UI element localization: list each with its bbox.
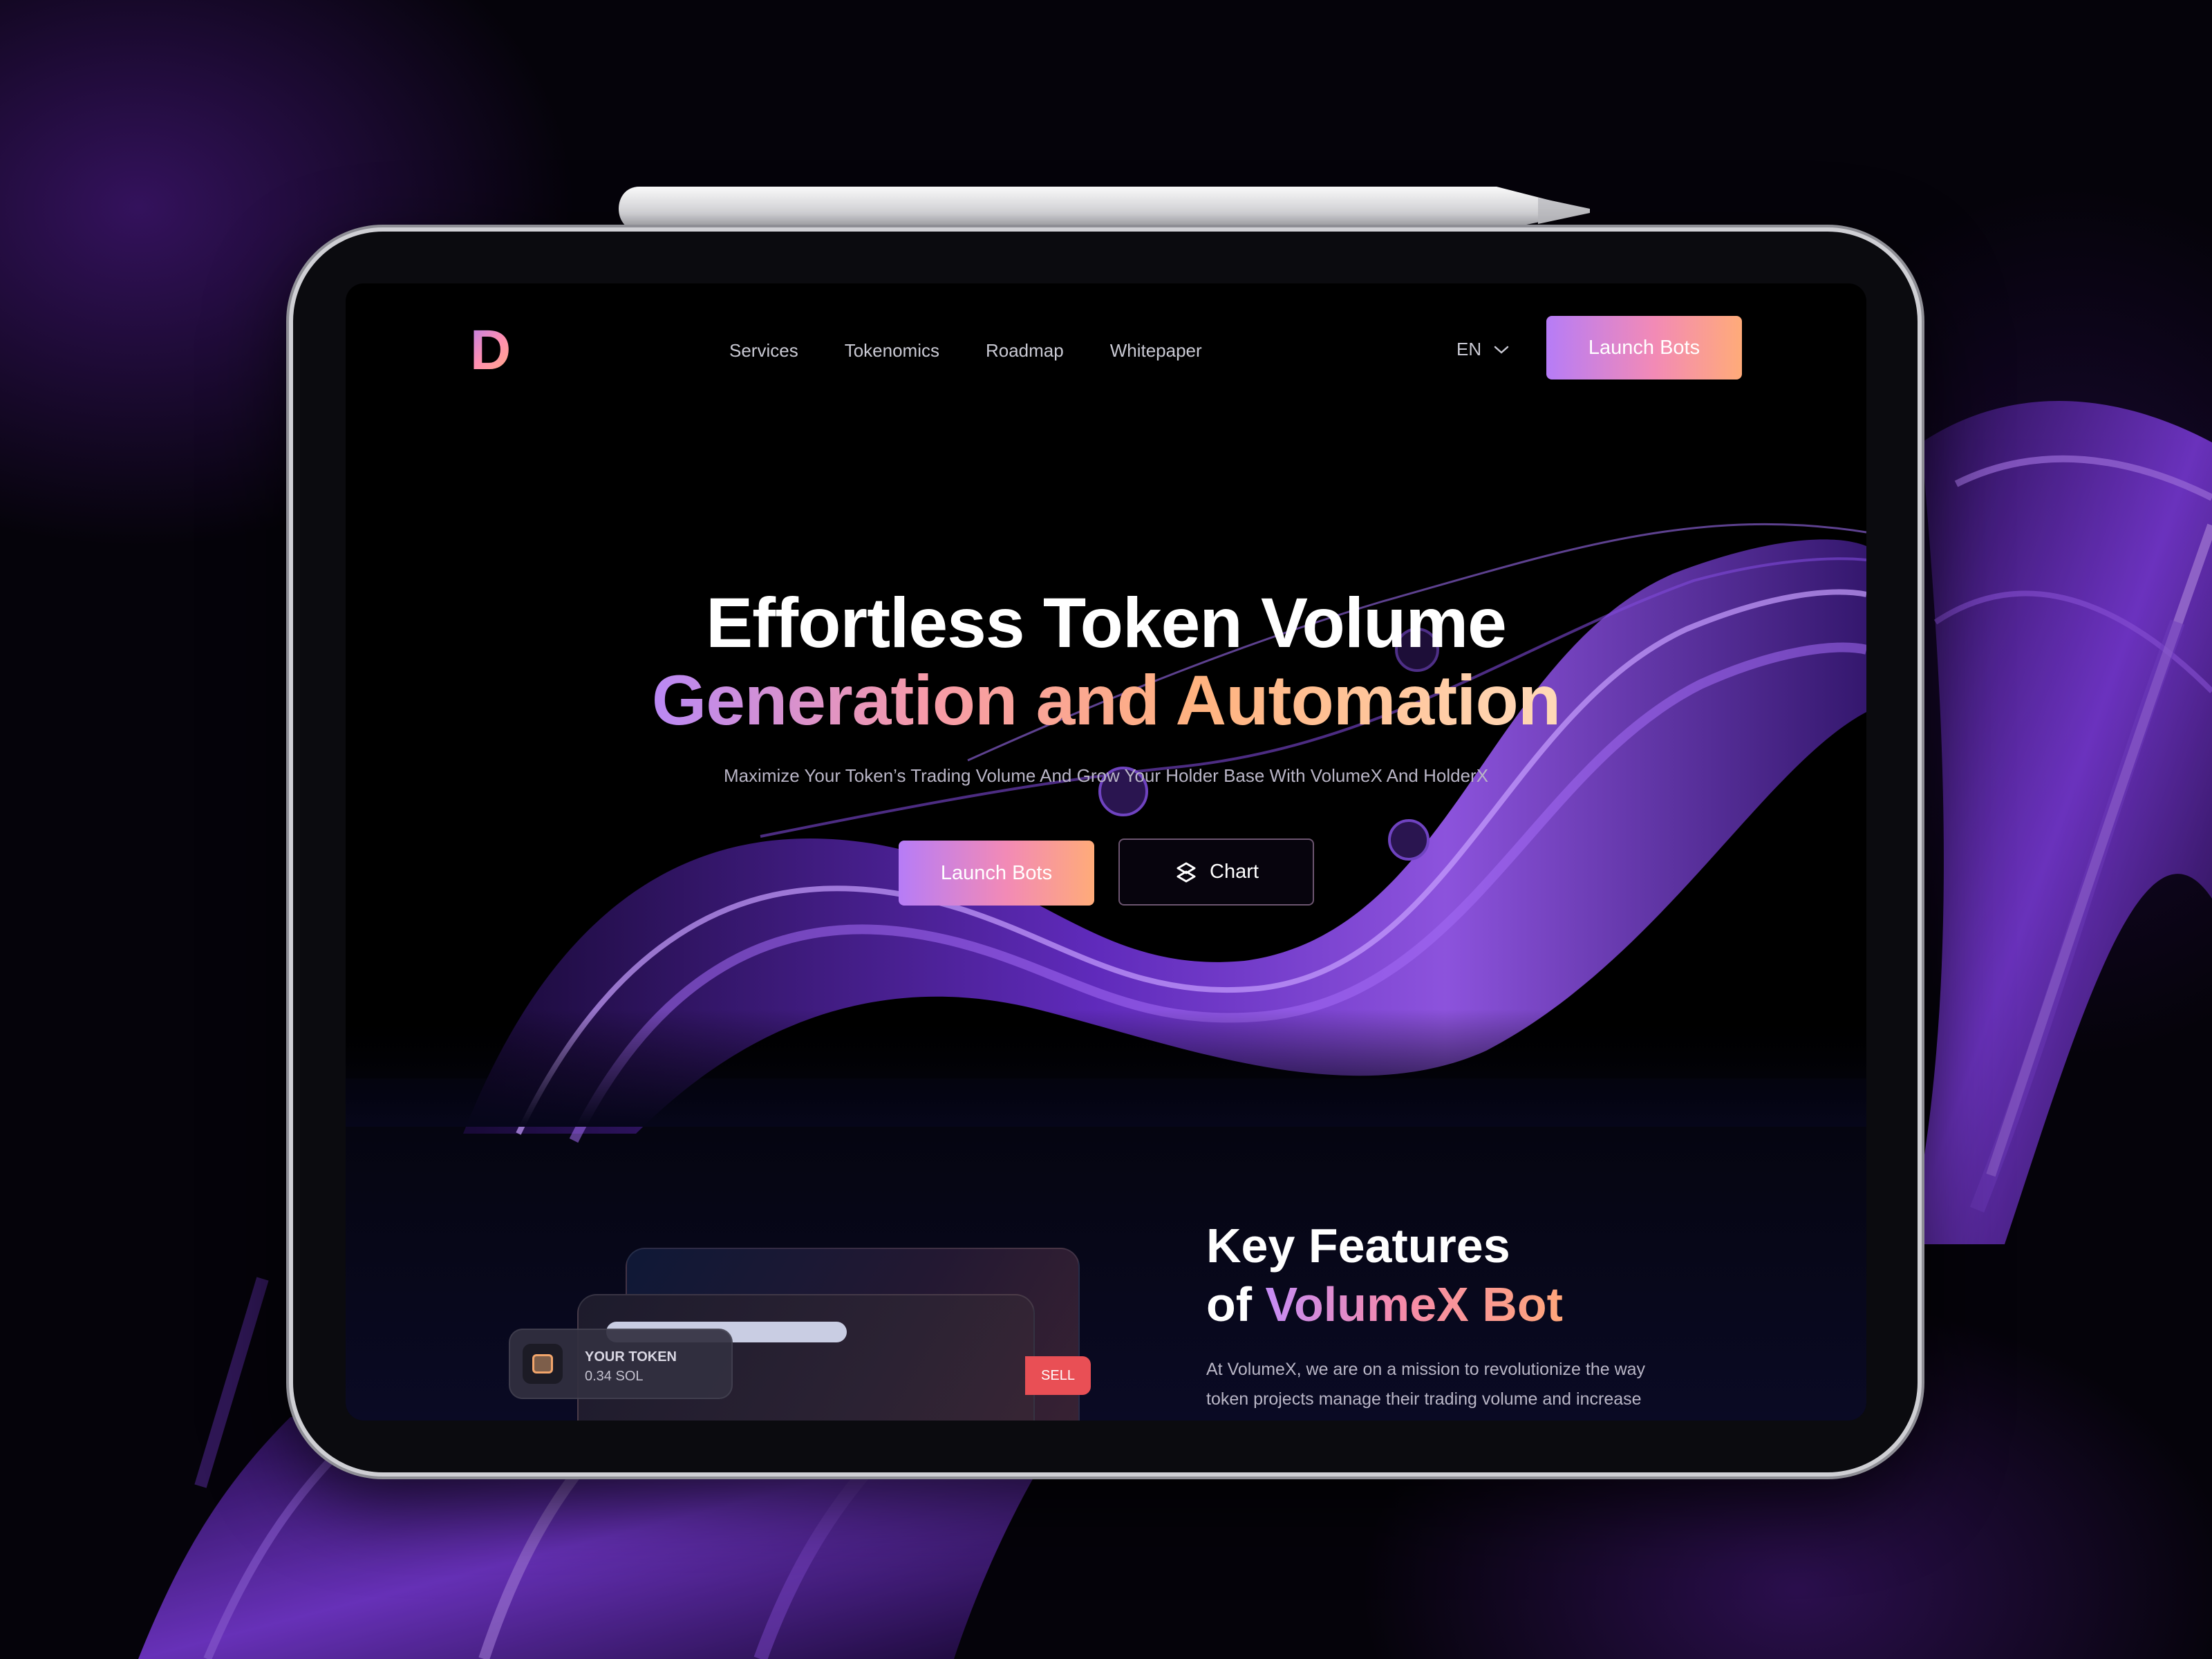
nav-item-roadmap[interactable]: Roadmap	[986, 340, 1064, 362]
token-value: 0.34 SOL	[585, 1369, 644, 1384]
nav-item-whitepaper[interactable]: Whitepaper	[1110, 340, 1202, 362]
sell-button[interactable]: SELL	[1025, 1356, 1091, 1395]
stylus-pencil	[619, 187, 1590, 231]
language-label: EN	[1456, 339, 1482, 359]
launch-bots-hero-button[interactable]: Launch Bots	[899, 841, 1094, 906]
features-title-highlight: VolumeX Bot	[1265, 1277, 1563, 1331]
features-text-line2: token projects manage their trading volu…	[1206, 1389, 1642, 1409]
features-description: At VolumeX, we are on a mission to revol…	[1206, 1355, 1718, 1414]
hero-title-line2: Generation and Automation	[346, 665, 1866, 735]
hero-title-line1: Effortless Token Volume	[706, 583, 1507, 662]
hero-title-gradient-text: Generation and Automation	[651, 661, 1561, 740]
screen: D Services Tokenomics Roadmap Whitepaper…	[346, 283, 1866, 1421]
language-selector[interactable]: EN	[1456, 339, 1509, 360]
features-title-prefix: of	[1206, 1277, 1266, 1331]
nav-item-tokenomics[interactable]: Tokenomics	[845, 340, 939, 362]
features-text-line1: At VolumeX, we are on a mission to revol…	[1206, 1360, 1646, 1379]
chart-button[interactable]: Chart	[1118, 838, 1314, 906]
launch-bots-nav-button[interactable]: Launch Bots	[1546, 316, 1742, 379]
brand-logo[interactable]: D	[470, 318, 511, 383]
features-title-line1: Key Features	[1206, 1219, 1510, 1273]
hero-ribbon-art	[346, 523, 1866, 1421]
chart-icon	[1177, 862, 1196, 882]
token-card: YOUR TOKEN 0.34 SOL	[509, 1329, 733, 1399]
chevron-down-icon	[1494, 346, 1509, 354]
main-nav: Services Tokenomics Roadmap Whitepaper	[729, 340, 1202, 362]
chart-button-label: Chart	[1210, 861, 1259, 883]
hero-subtitle: Maximize Your Token’s Trading Volume And…	[723, 765, 1489, 786]
token-icon	[523, 1344, 563, 1384]
features-title-line2: of VolumeX Bot	[1206, 1280, 1563, 1329]
token-label: YOUR TOKEN	[585, 1349, 677, 1365]
nav-item-services[interactable]: Services	[729, 340, 798, 362]
